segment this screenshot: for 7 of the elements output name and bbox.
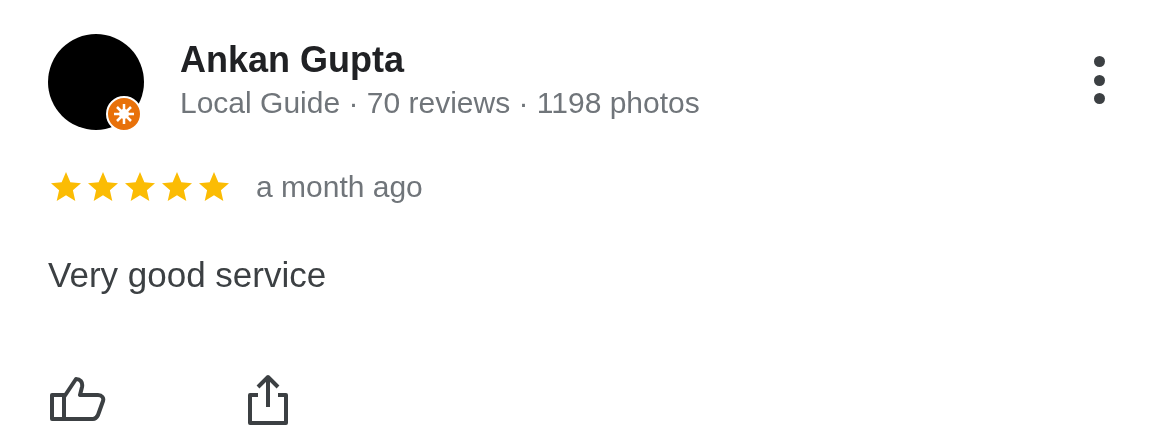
reviewer-stats: Local Guide · 70 reviews · 1198 photos xyxy=(180,85,701,121)
share-icon[interactable] xyxy=(246,373,290,425)
thumbs-up-icon[interactable] xyxy=(48,375,106,423)
more-options-icon[interactable] xyxy=(1092,56,1106,104)
reviewer-name[interactable]: Ankan Gupta xyxy=(180,38,1092,82)
review-time: a month ago xyxy=(256,169,423,205)
review-text: Very good service xyxy=(48,254,328,296)
